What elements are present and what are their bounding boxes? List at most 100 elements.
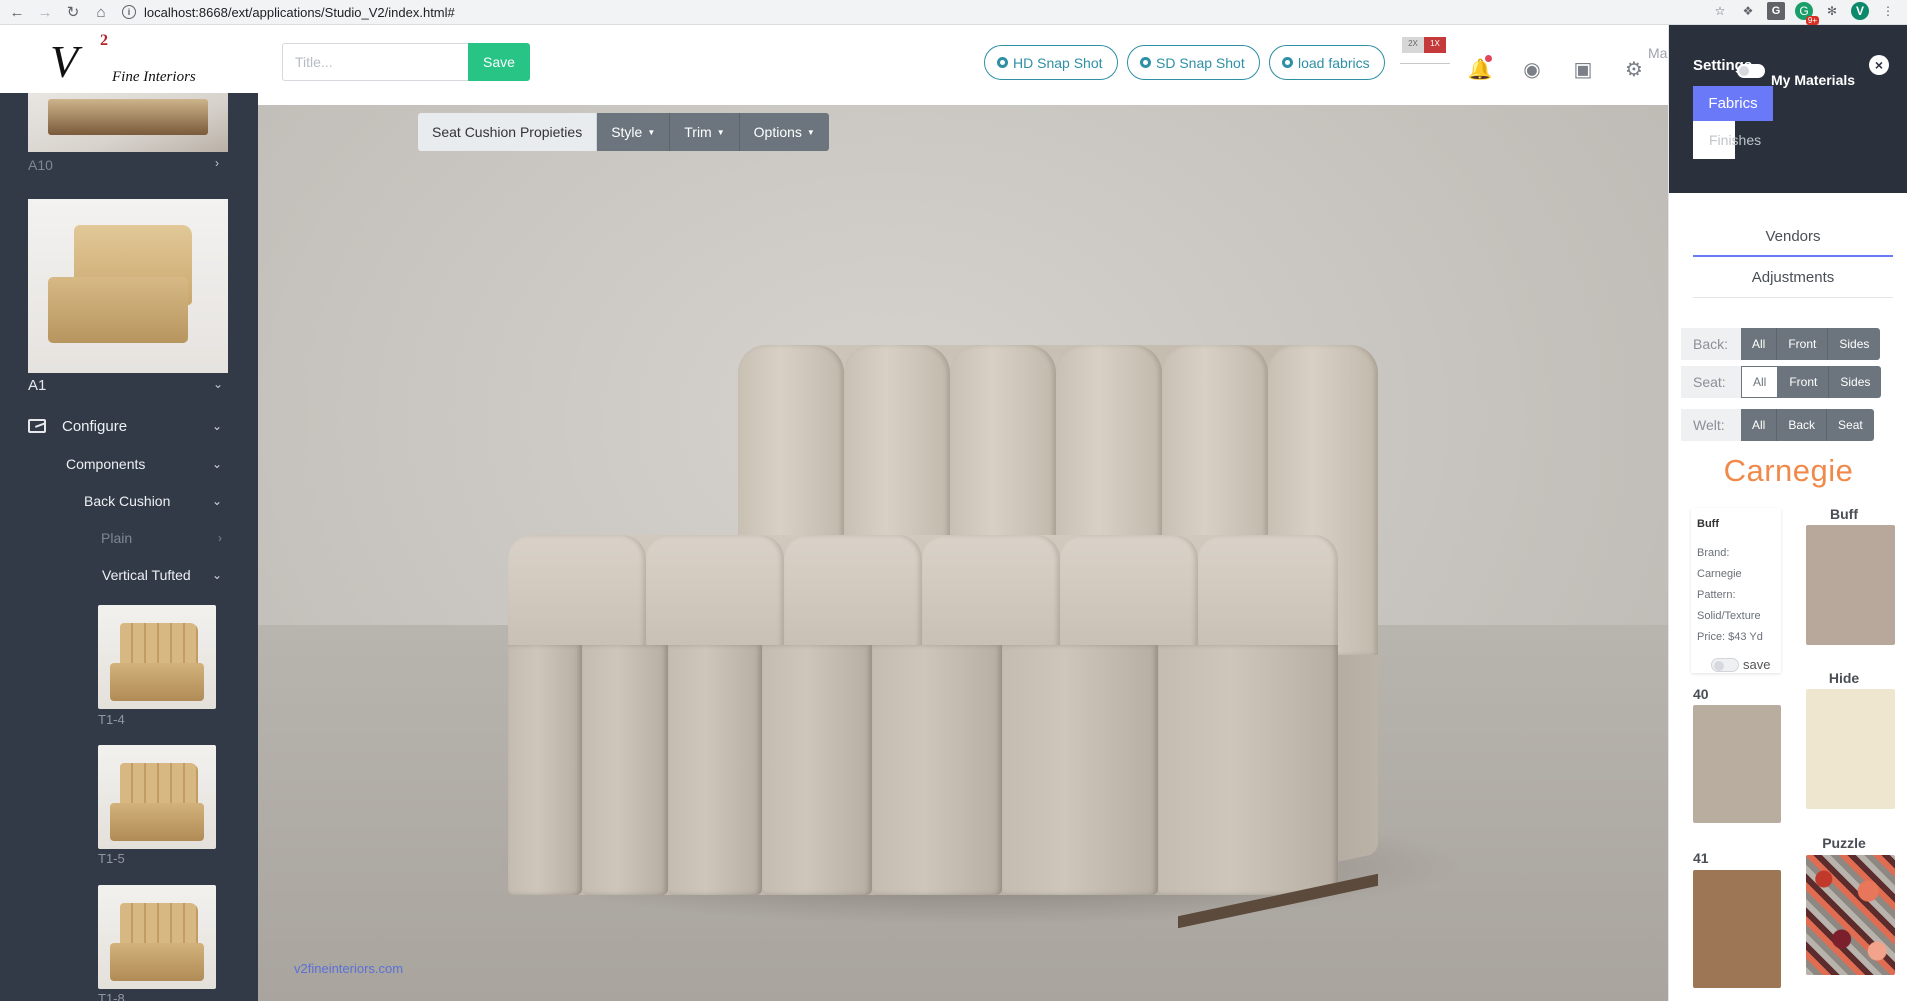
screenshot-icon[interactable]: ▣ [1571, 57, 1595, 81]
save-toggle[interactable] [1711, 658, 1739, 672]
welt-part-row: Welt: All Back Seat [1681, 409, 1874, 441]
seat-cushion-properties-button[interactable]: Seat Cushion Propieties [418, 113, 598, 151]
swatch-41[interactable] [1693, 870, 1781, 988]
nav-components-label: Components [66, 456, 146, 472]
caret-down-icon: ▼ [806, 127, 815, 137]
url-text[interactable]: localhost:8668/ext/applications/Studio_V… [144, 5, 455, 20]
nav-plain-label: Plain [101, 530, 133, 546]
style-tile-t1-5[interactable] [98, 745, 216, 849]
load-fabrics-button[interactable]: load fabrics [1269, 45, 1385, 80]
back-front-button[interactable]: Front [1777, 328, 1829, 360]
seat-sides-button[interactable]: Sides [1829, 366, 1882, 398]
welt-seat-button[interactable]: Seat [1827, 409, 1874, 441]
sd-snapshot-button[interactable]: SD Snap Shot [1127, 45, 1260, 80]
nav-plain[interactable]: Plain › [0, 523, 258, 553]
my-materials-toggle[interactable] [1737, 64, 1765, 78]
resolution-toggle[interactable]: 2X 1X [1402, 37, 1448, 55]
notification-dot [1485, 55, 1492, 62]
front-channel [668, 645, 762, 895]
settings-panel: Settings My Materials × Fabrics Finishes… [1668, 25, 1907, 1001]
swatch-name: Puzzle [1822, 835, 1866, 851]
viewport-options-group: Seat Cushion Propieties Style ▼ Trim ▼ Opt… [418, 113, 829, 151]
model-thumbnail-a1[interactable] [28, 199, 228, 373]
dropbox-icon[interactable]: ❖ [1739, 2, 1757, 20]
site-watermark[interactable]: v2fineinteriors.com [294, 961, 403, 976]
seat-part-label: Seat: [1681, 366, 1741, 398]
puzzle-extensions-icon[interactable]: ✻ [1823, 2, 1841, 20]
kebab-menu-icon[interactable]: ⋮ [1879, 2, 1897, 20]
star-icon[interactable]: ☆ [1711, 2, 1729, 20]
front-channel [508, 645, 582, 895]
options-dropdown[interactable]: Options ▼ [739, 113, 829, 151]
tab-fabrics[interactable]: Fabrics [1693, 86, 1773, 121]
nav-components[interactable]: Components ⌄ [0, 449, 258, 479]
back-all-button[interactable]: All [1741, 328, 1778, 360]
welt-back-button[interactable]: Back [1777, 409, 1828, 441]
caret-down-icon: ▼ [716, 127, 725, 137]
bell-icon[interactable]: 🔔 [1468, 55, 1492, 81]
logo-superscript: 2 [100, 32, 108, 49]
chevron-down-icon: ⌄ [211, 419, 222, 433]
logo[interactable]: V 2 Fine Interiors [0, 25, 258, 93]
tile-seat-graphic [110, 943, 204, 981]
grammarly-icon[interactable]: G 9+ [1795, 2, 1819, 25]
settings-gear-icon[interactable]: ⚙ [1622, 57, 1646, 81]
nav-configure[interactable]: Configure ⌄ [0, 411, 258, 441]
style-tile-t1-8[interactable] [98, 885, 216, 989]
options-label: Options [753, 124, 802, 140]
save-button[interactable]: Save [468, 43, 530, 81]
swatch-buff[interactable] [1806, 525, 1895, 645]
gear-icon [1282, 57, 1293, 68]
seat-part-row: Seat: All Front Sides [1681, 366, 1882, 398]
trim-dropdown[interactable]: Trim ▼ [670, 113, 740, 151]
seat-all-button[interactable]: All [1741, 366, 1779, 398]
front-channel [1158, 645, 1338, 895]
welt-all-button[interactable]: All [1741, 409, 1778, 441]
forward-arrow-icon[interactable]: → [34, 1, 56, 23]
nav-back-cushion[interactable]: Back Cushion ⌄ [0, 486, 258, 516]
sofa-seat [508, 535, 1338, 655]
nav-vertical-tufted[interactable]: Vertical Tufted ⌄ [0, 560, 258, 590]
tab-finishes[interactable]: Finishes [1693, 121, 1761, 159]
style-label: Style [611, 124, 643, 140]
title-input[interactable] [282, 43, 468, 81]
g-extension-icon[interactable]: G [1767, 2, 1785, 20]
reload-icon[interactable]: ↻ [62, 1, 84, 23]
site-info-icon[interactable]: i [122, 5, 136, 19]
style-dropdown[interactable]: Style ▼ [597, 113, 671, 151]
adjustments-tab[interactable]: Adjustments [1693, 258, 1893, 298]
chevron-down-icon[interactable]: ⌄ [213, 377, 223, 391]
manage-label[interactable]: Ma [1648, 45, 1667, 61]
gear-icon [1140, 57, 1151, 68]
pattern-value: Solid/Texture [1697, 610, 1761, 622]
folder-open-icon [28, 419, 46, 433]
swatch-40[interactable] [1693, 705, 1781, 823]
left-sidebar: V 2 Fine Interiors A10 › A1 ⌄ Configure … [0, 25, 258, 1001]
close-icon[interactable]: × [1869, 55, 1889, 75]
extension-icons: ☆ ❖ G G 9+ ✻ V ⋮ [1711, 2, 1897, 25]
style-tile-t1-4[interactable] [98, 605, 216, 709]
profile-avatar[interactable]: V [1851, 2, 1869, 20]
3d-viewport[interactable]: Seat Cushion Propieties Style ▼ Trim ▼ Opt… [258, 105, 1668, 1001]
address-bar[interactable]: i localhost:8668/ext/applications/Studio… [122, 1, 1642, 23]
camera-icon[interactable]: ◉ [1520, 57, 1544, 81]
swatch-puzzle[interactable] [1806, 855, 1895, 975]
gear-icon [997, 57, 1008, 68]
seat-front-button[interactable]: Front [1778, 366, 1830, 398]
home-icon[interactable]: ⌂ [90, 1, 112, 23]
logo-tagline: Fine Interiors [112, 69, 196, 85]
hd-snapshot-button[interactable]: HD Snap Shot [984, 45, 1118, 80]
chevron-down-icon: ⌄ [211, 494, 222, 508]
seat-channel [1198, 535, 1338, 655]
swatch-hide[interactable] [1806, 689, 1895, 809]
extension-badge: 9+ [1805, 16, 1819, 25]
vendors-tab[interactable]: Vendors [1693, 217, 1893, 257]
model-thumbnail-a10[interactable] [28, 93, 228, 152]
back-arrow-icon[interactable]: ← [6, 1, 28, 23]
resolution-2x[interactable]: 2X [1402, 37, 1424, 53]
vendor-name: Carnegie [1723, 453, 1854, 488]
back-sides-button[interactable]: Sides [1828, 328, 1881, 360]
chevron-right-icon[interactable]: › [215, 156, 219, 170]
front-channel [582, 645, 668, 895]
resolution-1x[interactable]: 1X [1424, 37, 1446, 53]
